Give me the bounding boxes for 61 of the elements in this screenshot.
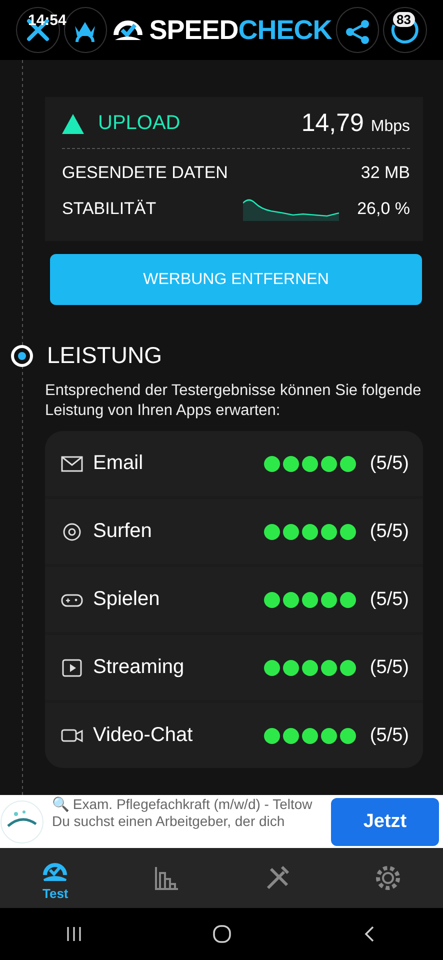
rating-dot <box>264 456 280 472</box>
rating-dot <box>264 660 280 676</box>
app-name: Streaming <box>93 656 186 679</box>
rating-dot <box>302 592 318 608</box>
upload-speed: 14,79 Mbps <box>301 109 410 138</box>
app-score: (5/5) <box>370 520 409 542</box>
stat-label: GESENDETE DATEN <box>62 163 229 183</box>
rating-dot <box>264 592 280 608</box>
rating-dot <box>320 456 337 472</box>
rating-dot <box>340 728 356 744</box>
timeline-dot-icon <box>9 342 35 368</box>
envelope-icon <box>61 454 83 472</box>
rating-dot <box>340 456 356 472</box>
rating-dot <box>320 592 337 608</box>
section-title: LEISTUNG <box>47 342 162 369</box>
status-time: 14:54 <box>28 12 66 29</box>
refresh-icon[interactable] <box>383 7 427 53</box>
app-name: Spielen <box>93 588 161 611</box>
app-name: Email <box>93 452 144 475</box>
app-score: (5/5) <box>370 588 409 610</box>
app-score: (5/5) <box>370 656 409 678</box>
section-description: Entsprechend der Testergebnisse können Sie folgende Leistung von Ihren Apps erwarten: <box>45 381 422 421</box>
battery-level: 83 <box>392 12 415 27</box>
rating-dot <box>282 524 299 540</box>
rating-dot <box>340 592 356 608</box>
rating-dot <box>320 728 337 744</box>
rating-dot <box>340 524 356 540</box>
rating-dot <box>302 728 318 744</box>
browser-icon <box>61 522 83 540</box>
rating-dot <box>340 660 356 676</box>
rating-dot <box>282 456 299 472</box>
recent-apps-icon[interactable] <box>64 925 82 943</box>
rating-dot <box>264 524 280 540</box>
logo-text: SPEEDCHECK <box>149 14 332 46</box>
app-name: Video-Chat <box>93 724 194 747</box>
rating-dot <box>282 592 299 608</box>
play-icon <box>61 658 83 676</box>
rating-dot <box>320 524 337 540</box>
rating-dot <box>264 728 280 744</box>
video-camera-icon <box>61 726 83 744</box>
app-name: Surfen <box>93 520 153 543</box>
app-score: (5/5) <box>370 452 409 474</box>
app-score: (5/5) <box>370 724 409 746</box>
upload-label: UPLOAD <box>98 112 182 135</box>
share-icon[interactable] <box>336 7 380 53</box>
upload-icon <box>62 114 84 134</box>
rating-dot <box>282 660 299 676</box>
stat-value: 26,0 % <box>357 199 410 219</box>
ad-text: 🔍 Exam. Pflegefachkraft (m/w/d) - Teltow Du suchst einen Arbeitgeber, der dich <box>52 796 314 831</box>
ad-logo-icon <box>0 800 44 844</box>
test-tab[interactable]: Test <box>40 856 70 900</box>
rating-dot <box>302 660 318 676</box>
rating-dot <box>302 524 318 540</box>
home-icon[interactable] <box>212 924 232 944</box>
ad-banner[interactable]: 🔍 Exam. Pflegefachkraft (m/w/d) - Teltow Du suchst einen Arbeitgeber, der dich Jetzt <box>0 795 443 848</box>
stat-value: 32 MB <box>360 163 410 183</box>
rating-dot <box>320 660 337 676</box>
rating-dot <box>302 456 318 472</box>
rating-dot <box>282 728 299 744</box>
stat-label: STABILITÄT <box>62 199 158 219</box>
ad-cta-button[interactable]: Jetzt <box>331 798 439 846</box>
